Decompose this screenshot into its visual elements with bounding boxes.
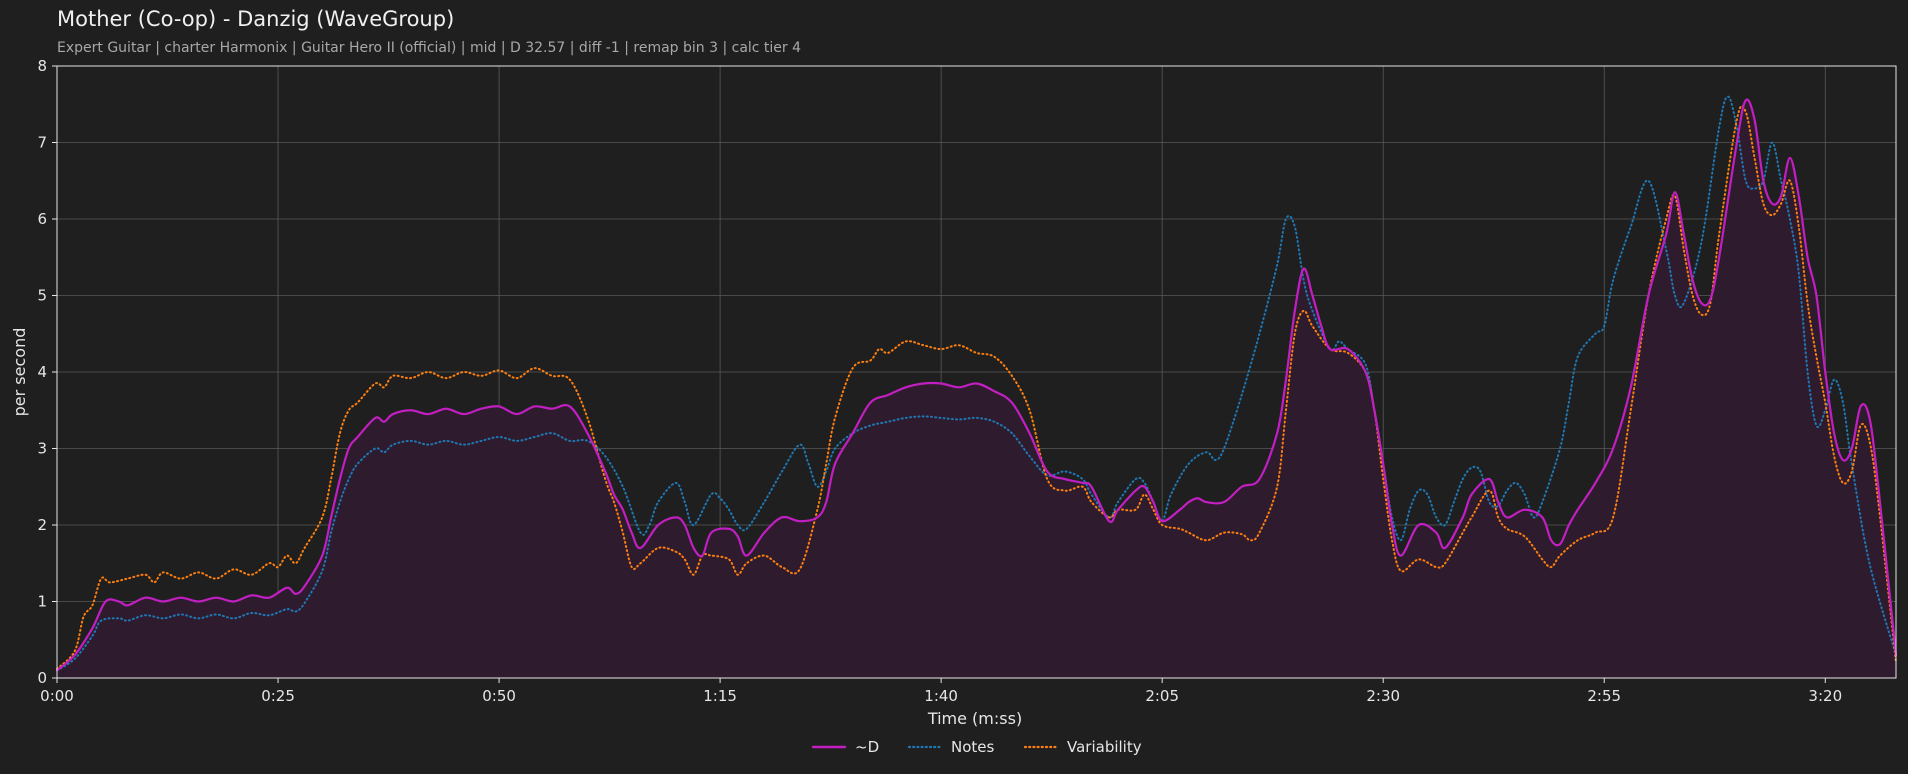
x-tick-label: 0:50 <box>482 687 516 705</box>
legend-label: ~D <box>855 738 879 756</box>
legend-label: Notes <box>951 738 995 756</box>
y-tick-label: 1 <box>37 593 47 611</box>
y-axis-ticks: 0 1 2 3 4 5 6 7 8 <box>37 57 57 687</box>
legend-item-d: ~D <box>811 738 879 756</box>
x-axis-ticks: 0:00 0:25 0:50 1:15 1:40 2:05 2:30 2:55 3:20 <box>40 678 1842 705</box>
area-fill <box>57 99 1896 679</box>
legend: ~D Notes Variability <box>811 738 1142 756</box>
x-tick-label: 2:30 <box>1366 687 1400 705</box>
x-tick-label: 2:05 <box>1145 687 1179 705</box>
x-tick-label: 3:20 <box>1808 687 1842 705</box>
x-tick-label: 2:55 <box>1587 687 1621 705</box>
legend-item-variability: Variability <box>1023 738 1142 756</box>
y-tick-label: 4 <box>37 363 47 381</box>
x-tick-label: 1:15 <box>703 687 737 705</box>
line-chart: 0:00 0:25 0:50 1:15 1:40 2:05 2:30 2:55 3:20 0 1 2… <box>10 57 1898 756</box>
y-tick-label: 7 <box>37 134 47 152</box>
series-fill-d <box>57 99 1896 679</box>
legend-label: Variability <box>1067 738 1142 756</box>
y-tick-label: 0 <box>37 669 47 687</box>
y-tick-label: 8 <box>37 57 47 75</box>
legend-item-notes: Notes <box>907 738 995 756</box>
y-tick-label: 6 <box>37 210 47 228</box>
y-tick-label: 5 <box>37 287 47 305</box>
x-tick-label: 0:00 <box>40 687 74 705</box>
x-tick-label: 0:25 <box>261 687 295 705</box>
x-tick-label: 1:40 <box>924 687 958 705</box>
y-axis-label: per second <box>10 328 29 417</box>
y-tick-label: 3 <box>37 440 47 458</box>
y-tick-label: 2 <box>37 516 47 534</box>
x-axis-label: Time (m:ss) <box>927 709 1022 728</box>
